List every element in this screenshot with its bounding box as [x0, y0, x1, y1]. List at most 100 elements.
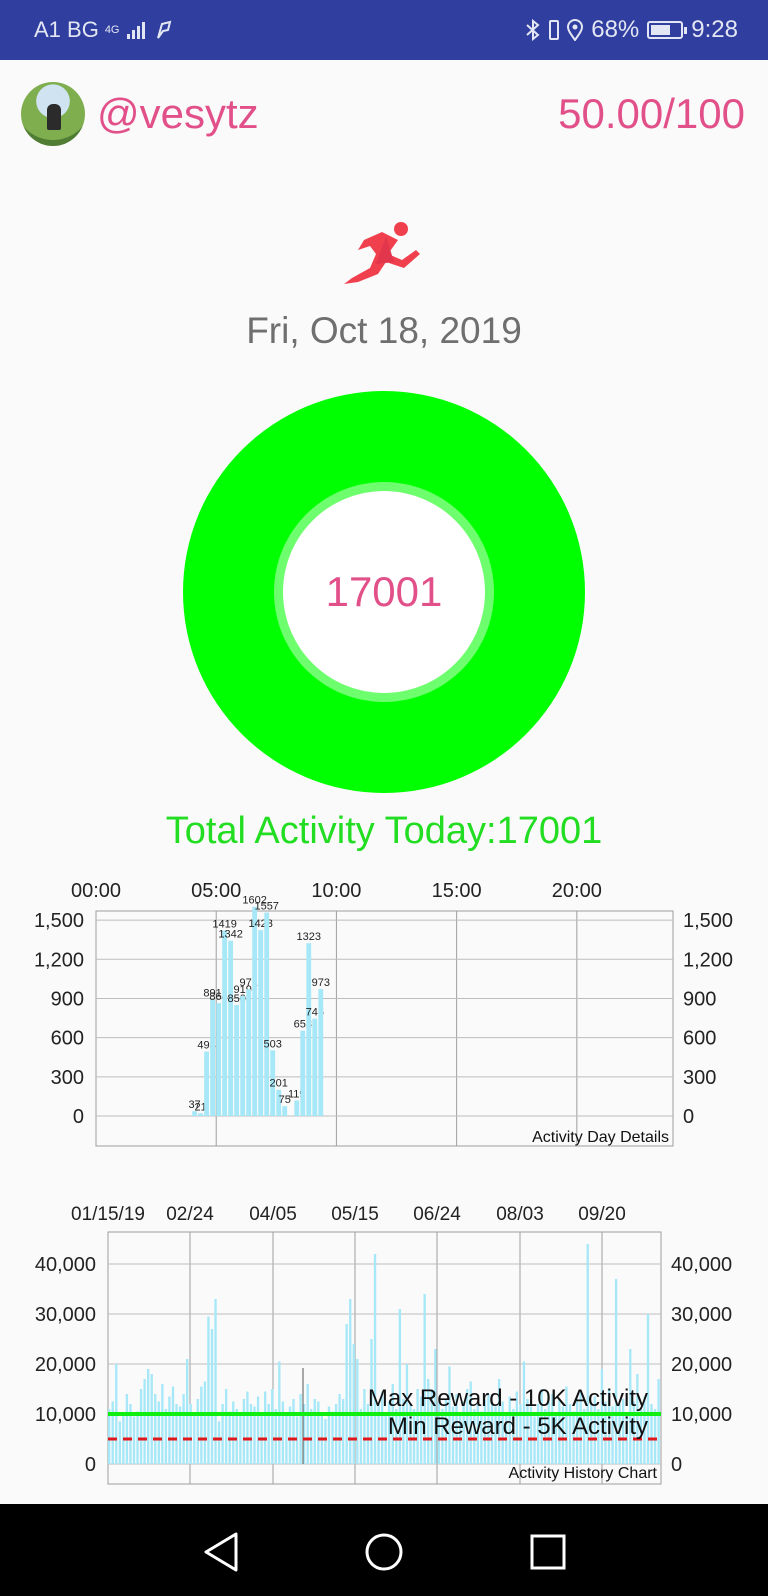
history-bar	[363, 1389, 366, 1464]
y-tick-label-left: 10,000	[35, 1404, 96, 1426]
bar-value-label: 1342	[218, 929, 242, 941]
activity-bar	[198, 1113, 203, 1116]
activity-bar	[258, 930, 264, 1116]
history-bar	[210, 1329, 214, 1464]
history-bar	[111, 1401, 114, 1464]
history-bar	[310, 1409, 313, 1464]
y-tick-label-left: 1,200	[34, 949, 84, 971]
history-bar	[292, 1399, 295, 1464]
activity-bar	[318, 988, 324, 1116]
chart-title: Activity Day Details	[532, 1129, 669, 1146]
recents-icon[interactable]	[526, 1530, 570, 1574]
history-bar	[242, 1399, 246, 1464]
history-bar	[217, 1421, 221, 1464]
y-tick-label-right: 1,500	[683, 910, 733, 932]
username: @vesytz	[97, 90, 259, 137]
history-bar	[196, 1399, 199, 1464]
history-bar	[207, 1316, 210, 1464]
y-tick-label-left: 0	[73, 1106, 84, 1128]
history-bar	[352, 1344, 355, 1464]
history-bar	[200, 1386, 203, 1464]
y-tick-label-left: 40,000	[35, 1254, 96, 1276]
history-bar	[256, 1396, 260, 1464]
vibrate-icon	[549, 20, 560, 40]
history-bar	[139, 1389, 143, 1464]
total-activity-label: Total Activity Today:17001	[165, 810, 603, 852]
x-tick-label: 05:00	[191, 880, 241, 902]
network-type: 4G	[104, 24, 120, 36]
history-bar	[232, 1401, 235, 1464]
y-tick-label-right: 600	[683, 1028, 716, 1050]
home-icon[interactable]	[362, 1530, 406, 1574]
history-bar	[359, 1409, 363, 1464]
activity-bar	[300, 1030, 306, 1116]
x-tick-label: 20:00	[552, 880, 602, 902]
bar-value-label: 1423	[248, 918, 272, 930]
activity-bar	[222, 930, 228, 1116]
history-bar	[313, 1399, 316, 1464]
bar-value-label: 201	[270, 1078, 288, 1090]
activity-bar	[240, 995, 246, 1116]
y-tick-label-right: 0	[671, 1454, 682, 1476]
max-reward-label: Max Reward - 10K Activity	[368, 1385, 648, 1412]
y-tick-label-right: 0	[683, 1106, 694, 1128]
history-bar	[157, 1401, 160, 1464]
history-bar	[182, 1394, 185, 1464]
y-tick-label-left: 300	[51, 1067, 84, 1089]
history-bar	[203, 1381, 207, 1464]
activity-history-chart: 01/15/19 02/24 04/05 05/15 06/24 08/03 09/20 0 0…	[35, 1204, 732, 1485]
app-notification-icon	[156, 20, 171, 39]
avatar[interactable]	[21, 82, 85, 146]
y-tick-label-left: 30,000	[35, 1304, 96, 1326]
y-tick-label-right: 30,000	[671, 1304, 732, 1326]
history-bar	[356, 1359, 359, 1464]
reward-score: 50.00/100	[558, 90, 745, 137]
y-tick-label-right: 900	[683, 988, 716, 1010]
navigation-bar	[0, 1504, 768, 1596]
history-bar	[125, 1394, 129, 1464]
history-bar	[317, 1401, 320, 1464]
history-bar	[373, 1254, 377, 1464]
history-bar	[657, 1379, 660, 1464]
x-tick-label: 00:00	[71, 880, 121, 902]
history-bar	[281, 1401, 285, 1464]
carrier-label: A1 BG	[34, 17, 99, 42]
activity-bar	[228, 940, 234, 1116]
activity-bar	[264, 912, 270, 1116]
status-bar: A1 BG 4G 68% 9:28	[0, 0, 768, 60]
back-icon[interactable]	[200, 1530, 244, 1574]
ring-value: 17001	[283, 491, 485, 693]
activity-bar	[306, 943, 312, 1116]
x-tick-label: 08/03	[496, 1204, 544, 1225]
activity-bar	[204, 1051, 209, 1116]
y-tick-label-right: 10,000	[671, 1404, 732, 1426]
history-bar	[132, 1416, 136, 1464]
history-bar	[224, 1389, 228, 1464]
y-tick-label-left: 900	[51, 988, 84, 1010]
activity-bar	[252, 906, 258, 1116]
y-tick-label-left: 20,000	[35, 1354, 96, 1376]
y-tick-label-right: 1,200	[683, 949, 733, 971]
history-bar	[338, 1394, 341, 1464]
chart-title: Activity History Chart	[509, 1465, 658, 1482]
signal-icon	[126, 22, 145, 39]
location-icon	[567, 19, 584, 41]
history-bar	[108, 1409, 111, 1464]
activity-ring: 17001	[183, 391, 585, 793]
profile-header: @vesytz 50.00/100	[0, 60, 768, 165]
history-bar	[341, 1399, 345, 1464]
bar-value-label: 503	[264, 1038, 282, 1050]
y-tick-label-right: 40,000	[671, 1254, 732, 1276]
history-bar	[118, 1421, 121, 1464]
history-bar	[306, 1384, 309, 1464]
history-bar	[263, 1391, 267, 1464]
history-bar	[235, 1409, 238, 1464]
plot-area	[95, 910, 674, 1147]
history-bar	[324, 1419, 327, 1464]
x-tick-label: 04/05	[249, 1204, 297, 1225]
history-bar	[239, 1414, 242, 1464]
history-bar	[164, 1409, 168, 1464]
x-tick-label: 15:00	[432, 880, 482, 902]
history-bar	[161, 1384, 164, 1464]
activity-bar	[234, 1004, 240, 1116]
